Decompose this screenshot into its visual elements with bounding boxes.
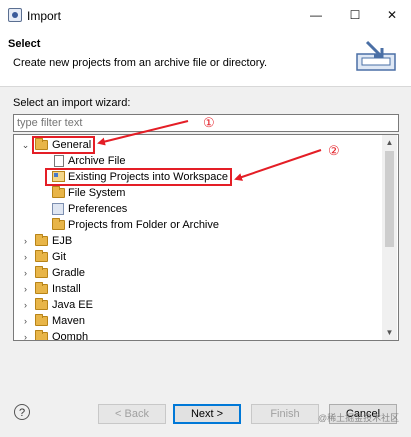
annotation-arrows xyxy=(97,120,322,181)
help-icon[interactable]: ? xyxy=(14,404,30,420)
annotation-arrow-1 xyxy=(97,120,189,146)
annotation-number-one: ① xyxy=(203,115,215,130)
annotation-number-two: ② xyxy=(328,143,340,158)
next-button[interactable]: Next > xyxy=(173,404,241,424)
finish-button[interactable]: Finish xyxy=(251,404,319,424)
back-button[interactable]: < Back xyxy=(98,404,166,424)
annotation-arrow-2 xyxy=(234,149,322,181)
watermark: @稀土掘金技术社区 xyxy=(318,413,400,423)
